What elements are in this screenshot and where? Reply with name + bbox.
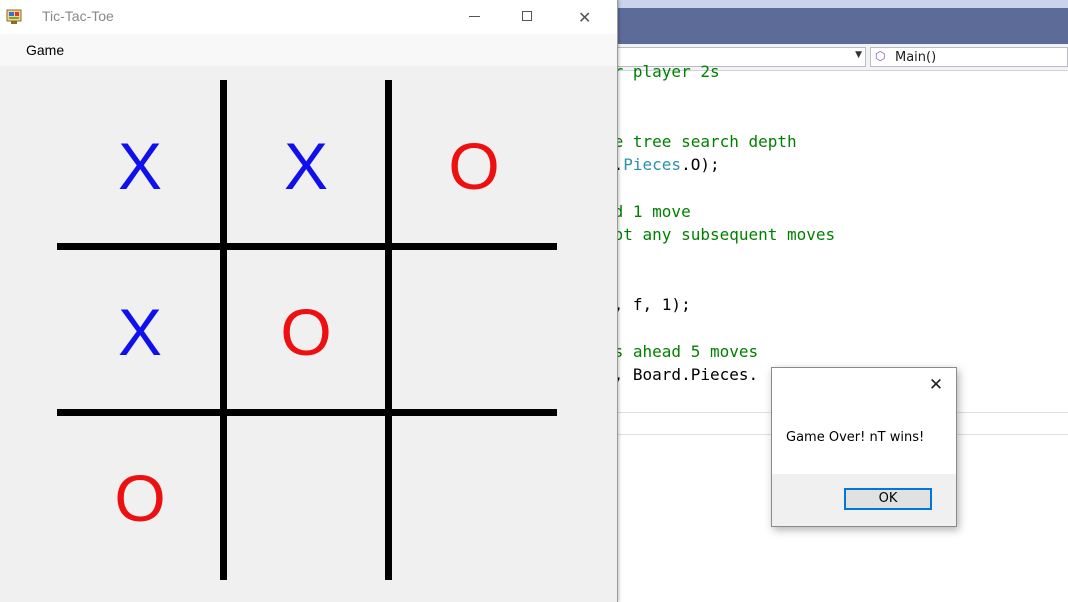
board-cell[interactable] (394, 252, 554, 412)
dialog-footer: OK (772, 474, 956, 526)
board-cell[interactable]: X (226, 86, 386, 246)
member-combo[interactable]: ⬡ Main() (870, 47, 1068, 67)
x-mark: X (117, 129, 163, 203)
grid-line-vertical-2 (385, 80, 392, 580)
maximize-button[interactable] (504, 0, 550, 34)
code-token: er player 2s (604, 62, 720, 81)
code-line: me tree search depth (604, 132, 797, 151)
code-token: ks ahead 5 moves (604, 342, 759, 361)
member-combo-label: Main() (895, 50, 937, 65)
menu-bar: Game (0, 34, 617, 66)
tic-tac-toe-window: Tic-Tac-Toe ✕ Game X X O X O O (0, 0, 618, 602)
code-line: not any subsequent moves (604, 225, 835, 244)
maximize-icon (522, 11, 532, 21)
code-token: me tree search depth (604, 132, 797, 151)
app-icon (6, 9, 22, 24)
board-cell[interactable]: X (60, 86, 220, 246)
o-mark: O (114, 461, 166, 535)
board-cell[interactable] (226, 418, 386, 578)
o-mark: O (280, 295, 332, 369)
game-over-dialog: ✕ Game Over! nT wins! OK (771, 367, 957, 527)
x-mark: X (117, 295, 163, 369)
code-line: d.Pieces.O); (604, 155, 720, 174)
empty-mark (414, 458, 534, 538)
o-mark: O (448, 129, 500, 203)
code-token: Pieces (623, 155, 682, 174)
window-title: Tic-Tac-Toe (42, 8, 114, 24)
code-token: .O); (681, 155, 720, 174)
minimize-icon (469, 16, 480, 17)
board-cell[interactable]: O (60, 418, 220, 578)
dialog-message: Game Over! nT wins! (786, 430, 925, 445)
empty-mark (414, 292, 534, 372)
board-cell[interactable]: X (60, 252, 220, 412)
method-icon: ⬡ (875, 49, 886, 63)
code-token: ", Board.Pieces. (604, 365, 759, 384)
board-cell[interactable]: O (226, 252, 386, 412)
menu-game[interactable]: Game (14, 40, 76, 60)
board-cell[interactable]: O (394, 86, 554, 246)
code-line: ks ahead 5 moves (604, 342, 758, 361)
title-bar[interactable]: Tic-Tac-Toe ✕ (0, 0, 617, 34)
dialog-close-button[interactable]: ✕ (922, 372, 950, 398)
game-board: X X O X O O (0, 66, 617, 602)
board-cell[interactable] (394, 418, 554, 578)
ok-button[interactable]: OK (844, 488, 932, 510)
code-line: ", Board.Pieces. (604, 365, 758, 384)
empty-mark (246, 458, 366, 538)
close-button[interactable]: ✕ (562, 0, 608, 34)
x-mark: X (283, 129, 329, 203)
code-token: not any subsequent moves (604, 225, 836, 244)
code-line: er player 2s (604, 62, 720, 81)
chevron-down-icon[interactable]: ▼ (855, 50, 862, 60)
minimize-button[interactable] (452, 0, 498, 34)
close-icon: ✕ (578, 8, 592, 27)
